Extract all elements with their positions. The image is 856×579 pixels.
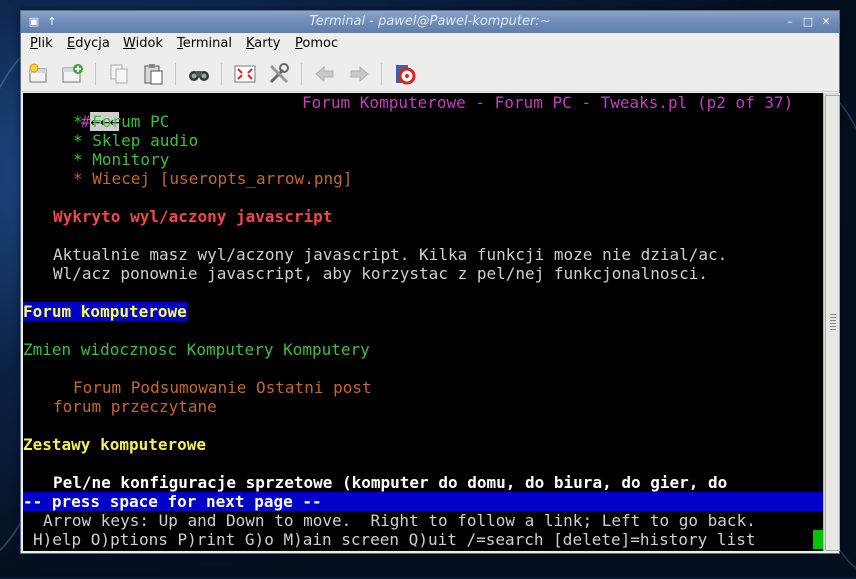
menu-bar: Plik Edycja Widok Terminal Karty Pomoc (21, 33, 839, 55)
section-description: Pel/ne konfiguracje sprzetowe (komputer … (53, 473, 728, 492)
toolbar (21, 57, 839, 92)
minimize-icon[interactable]: – (783, 15, 797, 29)
help-icon[interactable] (393, 62, 417, 86)
visibility-link[interactable]: Zmien widocznosc Komputery Komputery (23, 340, 370, 359)
maximize-icon[interactable]: □ (801, 15, 815, 29)
new-window-icon[interactable] (61, 62, 85, 86)
nav-link-forum-pc[interactable]: * Forum PC (73, 112, 169, 131)
toolbar-separator (301, 63, 302, 85)
toolbar-separator (175, 63, 176, 85)
help-line-1: Arrow keys: Up and Down to move. Right t… (43, 511, 756, 530)
close-icon[interactable]: ✕ (819, 15, 833, 29)
window-title: Terminal - pawel@Pawel-komputer:~ (309, 14, 551, 29)
forward-icon[interactable] (347, 62, 371, 86)
js-warning-line-1: Aktualnie masz wyl/aczony javascript. Ki… (53, 245, 728, 264)
nav-link-monitory[interactable]: * Monitory (73, 150, 169, 169)
columns-line: Forum Podsumowanie Ostatni post (73, 378, 372, 397)
help-line-2: H)elp O)ptions P)rint G)o M)ain screen Q… (33, 530, 756, 549)
paste-icon[interactable] (141, 62, 165, 86)
toolbar-separator (95, 63, 96, 85)
menu-widok[interactable]: Widok (123, 36, 163, 51)
vertical-scrollbar[interactable] (823, 93, 840, 551)
page-header: Forum Komputerowe - Forum PC - Tweaks.pl… (302, 93, 794, 112)
terminal-window: ▣ ↑ Terminal - pawel@Pawel-komputer:~ – … (20, 10, 840, 554)
menu-pomoc[interactable]: Pomoc (295, 36, 338, 51)
menu-plik[interactable]: Plik (30, 36, 53, 51)
menu-edycja[interactable]: Edycja (67, 36, 110, 51)
terminal-screen[interactable]: #←←← Forum Komputerowe - Forum PC - Twea… (23, 93, 823, 551)
find-icon[interactable] (187, 62, 211, 86)
terminal-cursor (813, 530, 823, 549)
js-warning-heading: Wykryto wyl/aczony javascript (53, 207, 333, 226)
title-bar[interactable]: ▣ ↑ Terminal - pawel@Pawel-komputer:~ – … (21, 11, 839, 33)
back-icon[interactable] (313, 62, 337, 86)
section-heading[interactable]: Zestawy komputerowe (23, 435, 206, 454)
toolbar-separator (221, 63, 222, 85)
nav-link-wiecej[interactable]: * Wiecej [useropts_arrow.png] (73, 169, 352, 188)
scrollbar-grip-icon (830, 314, 836, 330)
menu-karty[interactable]: Karty (246, 36, 280, 51)
copy-icon[interactable] (107, 62, 131, 86)
fullscreen-icon[interactable] (233, 62, 257, 86)
read-link[interactable]: forum przeczytane (53, 397, 217, 416)
js-warning-line-2: Wl/acz ponownie javascript, aby korzysta… (53, 264, 709, 283)
status-bar: -- press space for next page -- (23, 492, 823, 511)
new-tab-icon[interactable] (27, 62, 51, 86)
nav-link-sklep-audio[interactable]: * Sklep audio (73, 131, 198, 150)
toolbar-separator (381, 63, 382, 85)
scrollbar-thumb[interactable] (825, 95, 840, 551)
menu-terminal[interactable]: Terminal (177, 36, 232, 51)
forum-heading-link[interactable]: Forum komputerowe (23, 302, 187, 321)
preferences-icon[interactable] (267, 62, 291, 86)
